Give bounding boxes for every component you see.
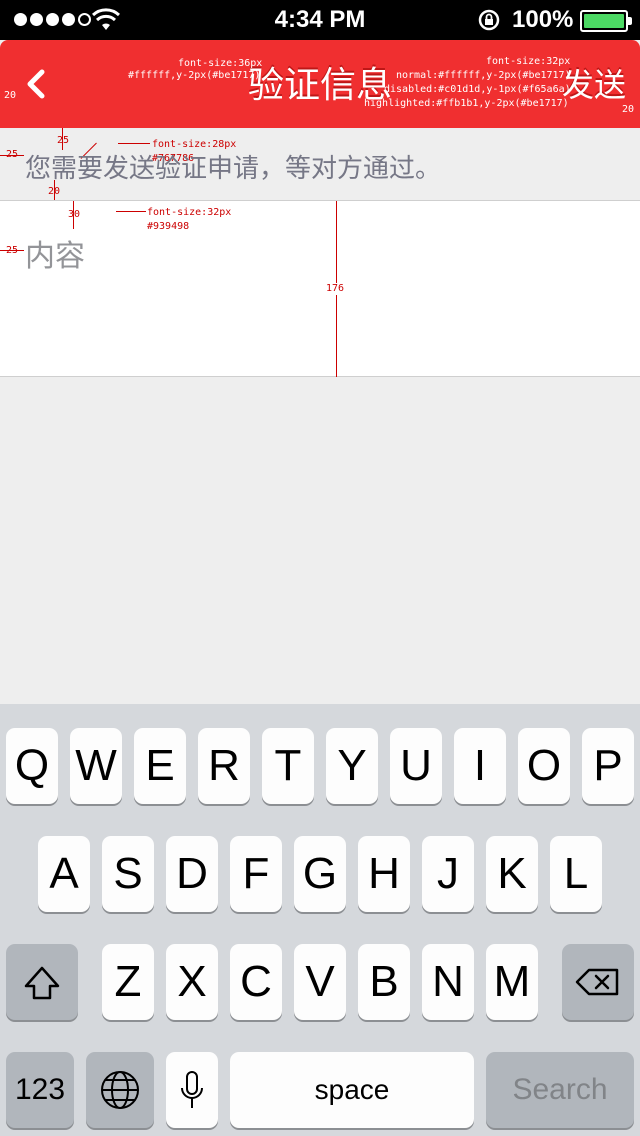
shift-key[interactable] [6,944,78,1020]
anno-left-margin: 20 [4,90,17,101]
microphone-icon [181,1071,203,1108]
rotation-lock-icon [478,9,500,31]
anno-content-color: #939498 [147,221,190,232]
delete-key[interactable] [562,944,634,1020]
key-l[interactable]: L [550,836,602,912]
key-p[interactable]: P [582,728,634,804]
anno-title-spec: font-size:36px [178,58,263,69]
anno-send-highlighted: highlighted:#ffb1b1,y-2px(#be1717) [364,98,569,109]
battery-icon [580,10,632,32]
key-g[interactable]: G [294,836,346,912]
status-bar: 4:34 PM 100% [0,0,640,40]
keyboard: Q W E R T Y U I O P A S D F G H J K L Z … [0,704,640,1136]
send-button[interactable]: 发送 [562,40,626,128]
key-q[interactable]: Q [6,728,58,804]
content-box: 30 25 font-size:32px #939498 176 [0,201,640,377]
nav-bar: 验证信息 发送 font-size:36px #ffffff,y-2px(#be… [0,40,640,128]
anno-send-spec: font-size:32px [486,56,571,67]
shift-icon [24,966,60,1000]
anno-hint-top-gap: 25 [57,135,70,146]
key-b[interactable]: B [358,944,410,1020]
key-d[interactable]: D [166,836,218,912]
search-key[interactable]: Search [486,1052,634,1128]
key-u[interactable]: U [390,728,442,804]
battery-percent: 100% [512,6,574,33]
key-j[interactable]: J [422,836,474,912]
key-r[interactable]: R [198,728,250,804]
key-c[interactable]: C [230,944,282,1020]
key-a[interactable]: A [38,836,90,912]
anno-content-height: 176 [326,283,345,295]
anno-content-left-gap: 25 [6,245,18,257]
key-f[interactable]: F [230,836,282,912]
anno-content-top-gap: 30 [68,209,81,220]
anno-title-color: #ffffff,y-2px(#be1717) [128,70,261,81]
anno-send-normal: normal:#ffffff,y-2px(#be1717) [396,70,571,81]
key-s[interactable]: S [102,836,154,912]
key-v[interactable]: V [294,944,346,1020]
key-e[interactable]: E [134,728,186,804]
backspace-icon [575,968,619,996]
microphone-key[interactable] [166,1052,218,1128]
key-h[interactable]: H [358,836,410,912]
key-t[interactable]: T [262,728,314,804]
key-i[interactable]: I [454,728,506,804]
anno-content-spec: font-size:32px [147,207,232,218]
key-n[interactable]: N [422,944,474,1020]
numbers-key[interactable]: 123 [6,1052,74,1128]
key-m[interactable]: M [486,944,538,1020]
anno-send-disabled: disabled:#c01d1d,y-1px(#f65a6a) [384,84,571,95]
content-input[interactable] [25,231,615,351]
key-o[interactable]: O [518,728,570,804]
key-k[interactable]: K [486,836,538,912]
key-y[interactable]: Y [326,728,378,804]
key-z[interactable]: Z [102,944,154,1020]
space-key[interactable]: space [230,1052,474,1128]
globe-icon [101,1071,139,1109]
anno-right-margin: 20 [622,104,635,115]
globe-key[interactable] [86,1052,154,1128]
key-x[interactable]: X [166,944,218,1020]
key-w[interactable]: W [70,728,122,804]
hint-text: 您需要发送验证申请，等对方通过。 [25,154,442,184]
